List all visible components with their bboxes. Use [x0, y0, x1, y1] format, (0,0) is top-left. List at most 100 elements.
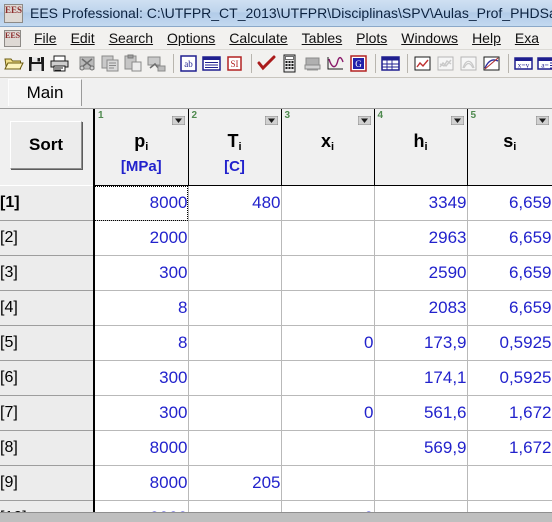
- min-max-icon[interactable]: [325, 53, 346, 74]
- row-header[interactable]: [2]: [0, 221, 94, 256]
- table-cell[interactable]: 0,5925: [467, 361, 552, 396]
- menu-item-plots[interactable]: Plots: [349, 30, 394, 46]
- column-header-h[interactable]: 4 hi: [374, 109, 467, 186]
- table-cell[interactable]: 569,9: [374, 431, 467, 466]
- unit-system-si-icon[interactable]: SI: [224, 53, 245, 74]
- table-cell[interactable]: [188, 361, 281, 396]
- table-cell[interactable]: [188, 501, 281, 513]
- delete-icon[interactable]: [146, 53, 167, 74]
- table-cell[interactable]: 6,659: [467, 256, 552, 291]
- row-header[interactable]: [8]: [0, 431, 94, 466]
- menu-item-calculate[interactable]: Calculate: [222, 30, 294, 46]
- solve-table-icon[interactable]: [302, 53, 323, 74]
- table-cell[interactable]: 174,1: [374, 361, 467, 396]
- table-cell[interactable]: [281, 256, 374, 291]
- solution-window-icon[interactable]: [201, 53, 222, 74]
- copy-icon[interactable]: [100, 53, 121, 74]
- row-header[interactable]: [3]: [0, 256, 94, 291]
- row-header[interactable]: [4]: [0, 291, 94, 326]
- menu-ees-logo-icon[interactable]: EES: [4, 30, 21, 47]
- menu-item-windows[interactable]: Windows: [394, 30, 465, 46]
- column-dropdown-arrow-icon[interactable]: [358, 112, 371, 121]
- sort-button[interactable]: Sort: [10, 121, 82, 169]
- paste-icon[interactable]: [123, 53, 144, 74]
- table-cell[interactable]: [281, 221, 374, 256]
- print-icon[interactable]: [49, 53, 70, 74]
- table-row[interactable]: [9]8000205: [0, 466, 552, 501]
- table-row[interactable]: [10]20000: [0, 501, 552, 513]
- table-cell[interactable]: [188, 291, 281, 326]
- table-cell[interactable]: 6,659: [467, 186, 552, 221]
- table-cell[interactable]: 3349: [374, 186, 467, 221]
- table-cell[interactable]: [467, 501, 552, 513]
- calculator-icon[interactable]: [279, 53, 300, 74]
- table-row[interactable]: [2]2000 29636,659: [0, 221, 552, 256]
- row-header[interactable]: [9]: [0, 466, 94, 501]
- table-cell[interactable]: 173,9: [374, 326, 467, 361]
- tab-main[interactable]: Main: [8, 79, 82, 106]
- column-header-x[interactable]: 3 xi: [281, 109, 374, 186]
- table-cell[interactable]: [188, 396, 281, 431]
- table-cell[interactable]: 0,5925: [467, 326, 552, 361]
- equations-window-icon[interactable]: ab: [178, 53, 199, 74]
- table-cell[interactable]: 300: [94, 396, 188, 431]
- table-cell[interactable]: 2000: [94, 221, 188, 256]
- curve-fit-icon[interactable]: [481, 53, 502, 74]
- save-disk-icon[interactable]: [26, 53, 47, 74]
- table-cell[interactable]: 6,659: [467, 221, 552, 256]
- row-header[interactable]: [1]: [0, 186, 94, 221]
- column-dropdown-arrow-icon[interactable]: [451, 112, 464, 121]
- table-cell[interactable]: [374, 501, 467, 513]
- column-header-T[interactable]: 2 Ti [C]: [188, 109, 281, 186]
- new-plot-icon[interactable]: [412, 53, 433, 74]
- table-cell[interactable]: [374, 466, 467, 501]
- parametric-table-icon[interactable]: [380, 53, 401, 74]
- row-header[interactable]: [10]: [0, 501, 94, 513]
- table-cell[interactable]: [281, 186, 374, 221]
- check-equations-icon[interactable]: [256, 53, 277, 74]
- column-header-p[interactable]: 1 pi [MPa]: [94, 109, 188, 186]
- table-cell[interactable]: 480: [188, 186, 281, 221]
- menu-item-options[interactable]: Options: [160, 30, 222, 46]
- table-row[interactable]: [5]80173,90,5925: [0, 326, 552, 361]
- table-row[interactable]: [3]300 25906,659: [0, 256, 552, 291]
- table-row[interactable]: [6]300174,10,5925: [0, 361, 552, 396]
- table-cell[interactable]: [188, 326, 281, 361]
- uncertainty-icon[interactable]: G: [348, 53, 369, 74]
- menu-item-search[interactable]: Search: [102, 30, 160, 46]
- menu-item-examples[interactable]: Exa: [508, 30, 546, 46]
- open-folder-icon[interactable]: [3, 53, 24, 74]
- table-cell[interactable]: [281, 361, 374, 396]
- table-cell[interactable]: [281, 431, 374, 466]
- table-cell[interactable]: 0: [281, 501, 374, 513]
- table-cell[interactable]: 205: [188, 466, 281, 501]
- column-dropdown-arrow-icon[interactable]: [172, 112, 185, 121]
- table-cell[interactable]: 300: [94, 256, 188, 291]
- menu-item-help[interactable]: Help: [465, 30, 508, 46]
- property-plot-icon[interactable]: [458, 53, 479, 74]
- column-dropdown-arrow-icon[interactable]: [536, 112, 549, 121]
- menu-item-tables[interactable]: Tables: [295, 30, 349, 46]
- table-cell[interactable]: 2963: [374, 221, 467, 256]
- table-cell[interactable]: [281, 466, 374, 501]
- table-cell[interactable]: 0: [281, 326, 374, 361]
- table-row[interactable]: [1]800048033496,659: [0, 186, 552, 221]
- table-cell[interactable]: [467, 466, 552, 501]
- table-cell[interactable]: 2083: [374, 291, 467, 326]
- row-header[interactable]: [5]: [0, 326, 94, 361]
- table-cell[interactable]: 2590: [374, 256, 467, 291]
- table-cell[interactable]: 1,672: [467, 431, 552, 466]
- lookup-table-icon[interactable]: a=: [536, 53, 552, 74]
- column-dropdown-arrow-icon[interactable]: [265, 112, 278, 121]
- table-cell[interactable]: [188, 431, 281, 466]
- table-cell[interactable]: 300: [94, 361, 188, 396]
- cut-icon[interactable]: [77, 53, 98, 74]
- row-header[interactable]: [7]: [0, 396, 94, 431]
- table-cell[interactable]: [281, 291, 374, 326]
- table-cell[interactable]: 561,6: [374, 396, 467, 431]
- x-y-table-icon[interactable]: x=y: [513, 53, 534, 74]
- overlay-plot-icon[interactable]: [435, 53, 456, 74]
- table-cell[interactable]: 8000: [94, 466, 188, 501]
- table-cell[interactable]: 6,659: [467, 291, 552, 326]
- table-row[interactable]: [4]820836,659: [0, 291, 552, 326]
